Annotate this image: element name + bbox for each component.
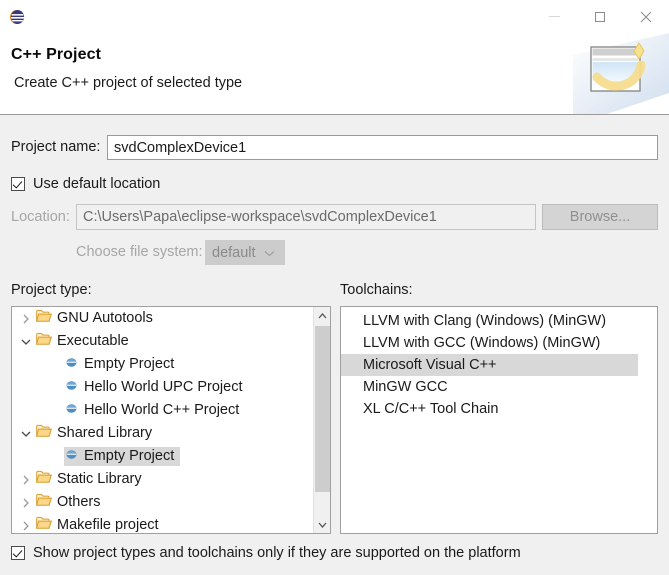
browse-button[interactable]: Browse... [542, 204, 658, 230]
use-default-location-checkbox[interactable]: Use default location [11, 176, 160, 192]
folder-icon [35, 470, 52, 488]
scrollbar-thumb[interactable] [315, 326, 330, 492]
minimize-icon [548, 16, 560, 17]
page-subtitle: Create C++ project of selected type [14, 75, 243, 91]
folder-icon [35, 309, 52, 327]
use-default-location-label: Use default location [33, 176, 161, 192]
chevron-right-icon[interactable] [18, 475, 34, 485]
wizard-header: C++ Project Create C++ project of select… [0, 33, 669, 115]
maximize-button[interactable] [577, 0, 623, 33]
folder-icon [35, 516, 52, 533]
tree-item-content: GNU Autotools [34, 308, 159, 329]
folder-icon [35, 332, 52, 350]
eclipse-logo-icon [7, 7, 27, 27]
tree-item[interactable]: Others [12, 491, 313, 514]
checkbox-check-icon [11, 177, 25, 191]
cpp-project-wizard-dialog: C++ Project Create C++ project of select… [0, 0, 669, 575]
tree-item-label: Empty Project [84, 448, 175, 464]
toolchains-list[interactable]: LLVM with Clang (Windows) (MinGW) LLVM wi… [340, 306, 658, 534]
tree-item-label: Static Library [57, 471, 142, 487]
chevron-right-icon[interactable] [18, 314, 34, 324]
project-template-icon [66, 379, 77, 395]
show-supported-only-label: Show project types and toolchains only i… [33, 545, 521, 561]
close-icon [640, 11, 652, 22]
toolchain-item-label: Microsoft Visual C++ [363, 357, 497, 373]
chevron-right-icon[interactable] [18, 521, 34, 531]
toolchain-item-label: LLVM with Clang (Windows) (MinGW) [363, 313, 607, 329]
tree-item-content: Executable [34, 331, 135, 352]
folder-icon [35, 493, 52, 511]
tree-item[interactable]: Shared Library [12, 422, 313, 445]
chevron-right-icon[interactable] [18, 498, 34, 508]
tree-item-label: Others [57, 494, 101, 510]
scroll-down-arrow-icon[interactable] [314, 516, 330, 533]
tree-item[interactable]: Makefile project [12, 514, 313, 533]
file-system-dropdown[interactable]: default [205, 240, 285, 265]
tree-item-label: Executable [57, 333, 129, 349]
project-name-label: Project name: [11, 139, 101, 155]
toolchain-item[interactable]: XL C/C++ Tool Chain [341, 398, 657, 420]
project-type-tree-items: GNU Autotools Executable Empty Project Hell… [12, 307, 313, 533]
tree-item-content: Shared Library [34, 423, 158, 444]
tree-item-content: Hello World UPC Project [64, 378, 248, 397]
chevron-down-icon [264, 244, 275, 262]
tree-item-label: Shared Library [57, 425, 153, 441]
tree-item[interactable]: Empty Project [12, 445, 313, 468]
project-name-row: Project name: [0, 135, 669, 161]
chevron-down-icon[interactable] [18, 430, 34, 438]
tree-item[interactable]: Hello World C++ Project [12, 399, 313, 422]
tree-item[interactable]: Static Library [12, 468, 313, 491]
scroll-up-arrow-icon[interactable] [314, 307, 330, 324]
tree-item-label: Makefile project [57, 517, 159, 533]
project-type-tree[interactable]: GNU Autotools Executable Empty Project Hell… [11, 306, 331, 534]
project-template-icon [66, 356, 77, 372]
wizard-body: Project name: Use default location Locat… [0, 116, 669, 575]
toolchain-item[interactable]: LLVM with Clang (Windows) (MinGW) [341, 310, 657, 332]
tree-item-content: Empty Project [64, 355, 180, 374]
toolchain-item[interactable]: Microsoft Visual C++ [341, 354, 638, 376]
page-title: C++ Project [11, 46, 102, 63]
tree-item-content: Others [34, 492, 107, 513]
toolchain-item-label: LLVM with GCC (Windows) (MinGW) [363, 335, 601, 351]
toolchain-item[interactable]: MinGW GCC [341, 376, 657, 398]
checkbox-check-icon [11, 546, 25, 560]
show-supported-only-checkbox[interactable]: Show project types and toolchains only i… [11, 545, 521, 561]
toolchain-item-label: MinGW GCC [363, 379, 448, 395]
toolchain-item-label: XL C/C++ Tool Chain [363, 401, 499, 417]
toolchain-item[interactable]: LLVM with GCC (Windows) (MinGW) [341, 332, 657, 354]
tree-item[interactable]: Hello World UPC Project [12, 376, 313, 399]
file-system-row: Choose file system: default [0, 240, 669, 266]
tree-item[interactable]: Executable [12, 330, 313, 353]
location-row: Location: Browse... [0, 204, 669, 231]
toolchains-label: Toolchains: [340, 282, 413, 298]
title-bar [0, 0, 669, 33]
tree-item-content: Static Library [34, 469, 148, 490]
folder-icon [35, 424, 52, 442]
file-system-value: default [212, 244, 256, 261]
wizard-banner-icon [573, 33, 669, 114]
window-controls [531, 0, 669, 33]
tree-item-label: Empty Project [84, 356, 175, 372]
tree-item-label: Hello World C++ Project [84, 402, 240, 418]
location-label: Location: [11, 209, 70, 225]
project-type-label: Project type: [11, 282, 92, 298]
file-system-label: Choose file system: [76, 244, 203, 260]
tree-item-content: Hello World C++ Project [64, 401, 245, 420]
tree-item-content: Makefile project [34, 515, 165, 533]
project-template-icon [66, 402, 77, 418]
chevron-down-icon[interactable] [18, 338, 34, 346]
close-button[interactable] [623, 0, 669, 33]
tree-item-label: Hello World UPC Project [84, 379, 243, 395]
project-template-icon [66, 448, 77, 464]
tree-item-label: GNU Autotools [57, 310, 153, 326]
project-name-input[interactable] [107, 135, 658, 160]
maximize-icon [595, 11, 605, 22]
tree-item[interactable]: GNU Autotools [12, 307, 313, 330]
project-type-scrollbar[interactable] [313, 307, 330, 533]
location-input[interactable] [76, 204, 536, 230]
minimize-button[interactable] [531, 0, 577, 33]
tree-item[interactable]: Empty Project [12, 353, 313, 376]
tree-item-content: Empty Project [64, 447, 181, 466]
